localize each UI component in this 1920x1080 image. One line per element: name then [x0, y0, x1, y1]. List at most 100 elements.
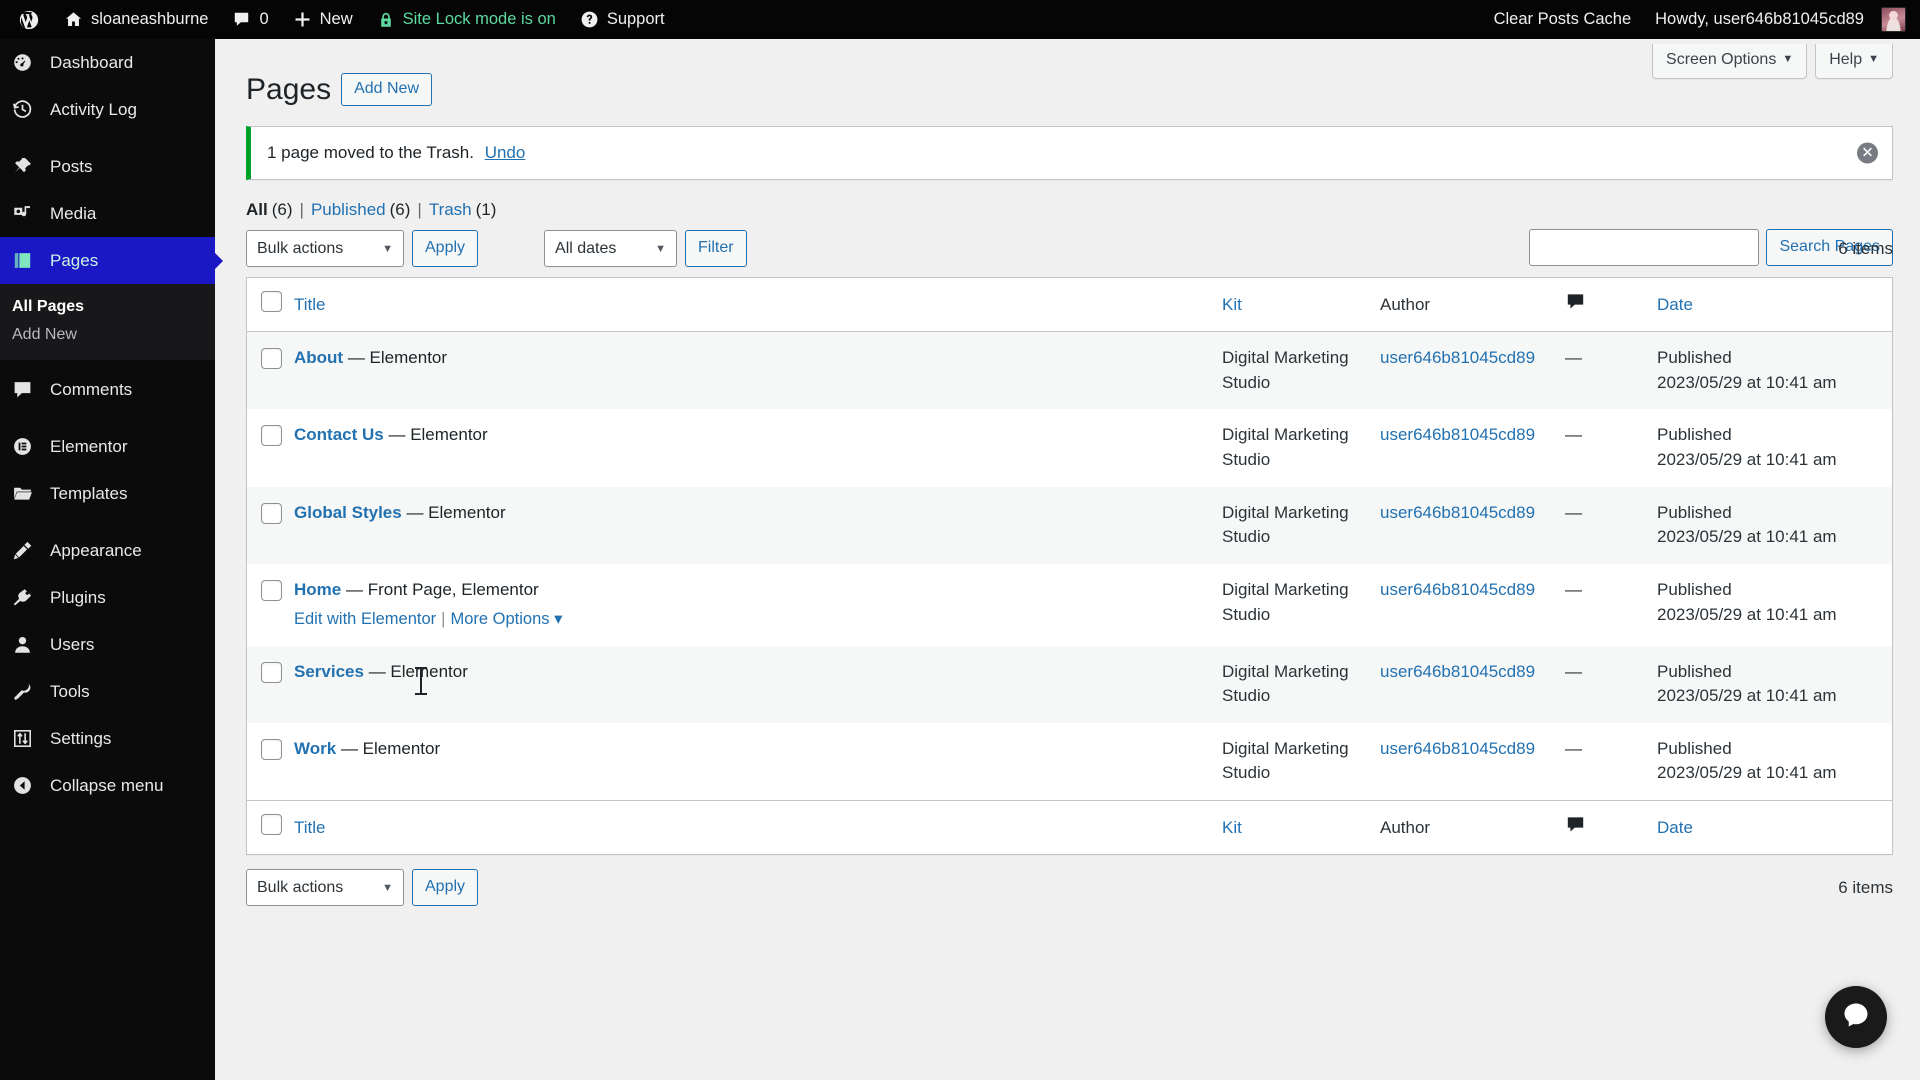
my-account-menu[interactable]: Howdy, user646b81045cd89 — [1643, 0, 1912, 39]
sidebar-item-comments[interactable]: Comments — [0, 366, 215, 413]
sidebar-subitem-add-new[interactable]: Add New — [0, 321, 215, 349]
media-icon — [12, 203, 44, 224]
comment-bubble-icon[interactable] — [1565, 291, 1586, 318]
admin-bar-left: sloaneashburne 0 New Site Lock mode is o… — [0, 0, 677, 39]
undo-link[interactable]: Undo — [485, 143, 526, 162]
row-title-cell: Home — Front Page, Elementor Edit with E… — [294, 564, 1222, 646]
author-link[interactable]: user646b81045cd89 — [1380, 580, 1535, 599]
site-lock-status[interactable]: Site Lock mode is on — [365, 0, 568, 39]
date-filter-select[interactable]: All dates — [544, 230, 678, 267]
sidebar-item-tools[interactable]: Tools — [0, 668, 215, 715]
author-link[interactable]: user646b81045cd89 — [1380, 503, 1535, 522]
row-checkbox-cell — [247, 646, 294, 723]
sidebar-item-label: Appearance — [50, 540, 142, 560]
row-author-cell: user646b81045cd89 — [1380, 409, 1565, 486]
author-link[interactable]: user646b81045cd89 — [1380, 662, 1535, 681]
support-menu[interactable]: Support — [568, 0, 677, 39]
sidebar-item-label: Settings — [50, 728, 112, 748]
screen-options-label: Screen Options — [1666, 51, 1777, 68]
page-title-link[interactable]: Work — [294, 739, 336, 758]
row-kit-cell: Digital Marketing Studio — [1222, 348, 1349, 392]
sidebar-item-plugins[interactable]: Plugins — [0, 574, 215, 621]
apply-bulk-actions-button-bottom[interactable]: Apply — [412, 869, 479, 907]
pages-icon — [12, 250, 44, 271]
view-trash-link[interactable]: Trash — [429, 200, 472, 219]
sidebar-item-collapse-menu[interactable]: Collapse menu — [0, 762, 215, 809]
bulk-actions-wrap-top: Bulk actions ▼ — [246, 230, 404, 267]
help-button[interactable]: Help ▼ — [1815, 44, 1893, 79]
site-name-menu[interactable]: sloaneashburne — [52, 0, 220, 39]
table-head: Title Kit Author Date — [247, 278, 1892, 333]
edit-with-elementor-link[interactable]: Edit with Elementor — [294, 610, 436, 628]
new-label: New — [319, 10, 353, 28]
sidebar-item-pages[interactable]: Pages — [0, 237, 215, 284]
add-new-page-button[interactable]: Add New — [341, 73, 432, 106]
row-checkbox[interactable] — [261, 738, 282, 760]
apply-bulk-actions-button-top[interactable]: Apply — [412, 230, 479, 267]
sidebar-item-settings[interactable]: Settings — [0, 715, 215, 762]
row-checkbox[interactable] — [261, 502, 282, 524]
sidebar-subitem-all-pages[interactable]: All Pages — [0, 293, 215, 321]
comments-bubble-menu[interactable]: 0 — [220, 0, 280, 39]
filter-button[interactable]: Filter — [685, 230, 747, 267]
sidebar-item-label: Users — [50, 634, 95, 654]
view-all-link[interactable]: All — [246, 200, 268, 219]
sidebar-item-appearance[interactable]: Appearance — [0, 527, 215, 574]
sidebar-item-users[interactable]: Users — [0, 621, 215, 668]
sidebar-item-activity-log[interactable]: Activity Log — [0, 86, 215, 133]
column-header-comments-top — [1565, 278, 1657, 333]
sort-by-title-top[interactable]: Title — [294, 295, 326, 314]
sidebar-item-media[interactable]: Media — [0, 190, 215, 237]
bulk-actions-wrap-bottom: Bulk actions ▼ — [246, 869, 404, 907]
dismiss-circle-icon[interactable]: ✕ — [1857, 142, 1878, 164]
sidebar-item-posts[interactable]: Posts — [0, 143, 215, 190]
sidebar-item-elementor[interactable]: Elementor — [0, 423, 215, 470]
row-kit-cell: Digital Marketing Studio — [1222, 579, 1349, 624]
date-status: Published — [1657, 738, 1732, 758]
new-content-menu[interactable]: New — [281, 0, 365, 39]
row-title-cell: Global Styles — Elementor — [294, 487, 1222, 564]
row-checkbox-cell — [247, 564, 294, 646]
sort-by-kit-bottom[interactable]: Kit — [1222, 818, 1242, 837]
sort-by-date-bottom[interactable]: Date — [1657, 818, 1693, 837]
row-actions-separator: | — [441, 609, 446, 628]
items-count-bottom: 6 items — [1838, 877, 1893, 897]
page-title-link[interactable]: Contact Us — [294, 425, 384, 444]
author-link[interactable]: user646b81045cd89 — [1380, 739, 1535, 758]
page-title-link[interactable]: Services — [294, 662, 364, 681]
page-title-link[interactable]: Home — [294, 580, 341, 599]
sort-by-date-top[interactable]: Date — [1657, 295, 1693, 314]
page-title-link[interactable]: About — [294, 348, 343, 367]
bulk-actions-select-bottom[interactable]: Bulk actions — [246, 869, 404, 907]
date-value: 2023/05/29 at 10:41 am — [1657, 763, 1837, 783]
row-checkbox[interactable] — [261, 425, 282, 447]
wrench-icon — [12, 681, 44, 702]
row-checkbox[interactable] — [261, 661, 282, 683]
row-checkbox[interactable] — [261, 348, 282, 370]
table-row: About — Elementor Digital Marketing Stud… — [247, 332, 1892, 410]
page-title-link[interactable]: Global Styles — [294, 503, 402, 522]
row-author-cell: user646b81045cd89 — [1380, 332, 1565, 409]
author-link[interactable]: user646b81045cd89 — [1380, 425, 1535, 444]
author-link[interactable]: user646b81045cd89 — [1380, 348, 1535, 367]
clear-posts-cache-button[interactable]: Clear Posts Cache — [1482, 0, 1644, 39]
more-options-link[interactable]: More Options ▾ — [450, 610, 562, 628]
wordpress-logo-menu[interactable] — [6, 0, 52, 39]
sort-by-title-bottom[interactable]: Title — [294, 818, 326, 837]
sidebar-item-templates[interactable]: Templates — [0, 470, 215, 517]
select-all-checkbox-top[interactable] — [261, 291, 282, 312]
sidebar-item-dashboard[interactable]: Dashboard — [0, 39, 215, 86]
sidebar-item-label: Pages — [50, 250, 99, 270]
select-all-checkbox-bottom[interactable] — [261, 814, 282, 836]
bulk-actions-select-top[interactable]: Bulk actions — [246, 230, 404, 267]
row-comments-cell: — — [1565, 348, 1582, 368]
screen-options-button[interactable]: Screen Options ▼ — [1652, 44, 1808, 79]
comment-bubble-icon[interactable] — [1565, 814, 1586, 841]
sort-by-kit-top[interactable]: Kit — [1222, 295, 1242, 314]
chat-widget-button[interactable] — [1825, 986, 1887, 1048]
row-checkbox[interactable] — [261, 579, 282, 601]
row-title-cell: Services — Elementor — [294, 646, 1222, 723]
view-published-link[interactable]: Published — [311, 200, 386, 219]
table-row: Work — Elementor Digital Marketing Studi… — [247, 723, 1892, 800]
comments-count: 0 — [259, 10, 269, 28]
